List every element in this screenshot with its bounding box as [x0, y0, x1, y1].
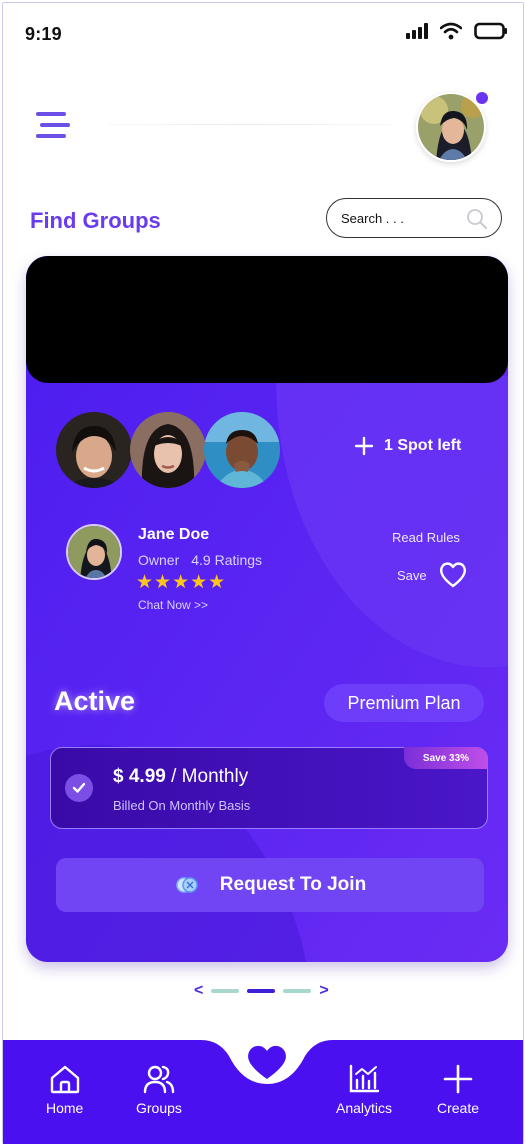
nav-home-label: Home [46, 1100, 84, 1116]
member-avatar [56, 412, 132, 488]
owner-meta: Owner 4.9 Ratings [138, 552, 262, 568]
request-to-join-button[interactable]: Request To Join [56, 858, 484, 912]
pager-dot-active[interactable] [247, 989, 276, 993]
request-to-join-label: Request To Join [219, 874, 367, 895]
save-percent-badge: Save 33% [404, 747, 488, 769]
nav-analytics-label: Analytics [336, 1100, 393, 1116]
plus-icon [443, 1064, 473, 1094]
signal-icon [406, 23, 428, 39]
nav-create-label: Create [437, 1100, 480, 1116]
nav-groups[interactable]: Groups [136, 1064, 182, 1116]
heart-outline-icon[interactable] [438, 561, 468, 589]
star-rating: ★★★★★ [136, 572, 227, 593]
spot-left-label: 1 Spot left [384, 437, 462, 454]
spot-left-button[interactable]: 1 Spot left [354, 436, 461, 456]
heart-icon[interactable] [246, 1043, 288, 1081]
nav-groups-label: Groups [136, 1100, 182, 1116]
pager-dot[interactable] [283, 989, 312, 993]
chat-now-link[interactable]: Chat Now >> [138, 598, 208, 612]
nav-create[interactable]: Create [437, 1064, 479, 1116]
analytics-icon [349, 1064, 380, 1093]
battery-icon [474, 22, 507, 40]
owner-ratings: 4.9 Ratings [191, 552, 263, 568]
notification-dot [474, 90, 490, 106]
pager-dot[interactable] [211, 989, 240, 993]
status-icons [406, 22, 508, 40]
home-icon [50, 1065, 79, 1094]
plan-price: $ 4.99 / Monthly [113, 766, 249, 787]
read-rules-link[interactable]: Read Rules [392, 530, 460, 545]
card-pager: < > [194, 982, 329, 1000]
coins-icon [176, 877, 198, 893]
search-box[interactable] [326, 198, 502, 238]
member-avatar [204, 412, 280, 488]
plus-icon [354, 436, 374, 456]
group-cover-image [26, 256, 508, 383]
premium-plan-badge: Premium Plan [324, 684, 484, 722]
member-avatar [130, 412, 206, 488]
page-title: Find Groups [30, 208, 161, 233]
check-icon [65, 774, 93, 802]
nav-home[interactable]: Home [46, 1064, 83, 1116]
groups-icon [143, 1065, 175, 1094]
header-divider [108, 124, 392, 125]
wifi-icon [440, 22, 462, 40]
owner-name: Jane Doe [138, 526, 210, 543]
owner-avatar[interactable] [66, 524, 122, 580]
pager-prev-icon[interactable]: < [194, 982, 203, 1000]
pager-next-icon[interactable]: > [319, 982, 328, 1000]
save-label[interactable]: Save [397, 568, 427, 583]
plan-billing-note: Billed On Monthly Basis [113, 798, 251, 813]
group-status: Active [54, 686, 136, 716]
group-card[interactable]: 1 Spot left Jane Doe Owner 4.9 Ratings ★… [26, 256, 508, 962]
hamburger-menu-icon[interactable] [36, 110, 72, 140]
status-time: 9:19 [25, 24, 62, 44]
owner-role: Owner [138, 552, 180, 568]
search-input[interactable] [341, 210, 451, 226]
nav-analytics[interactable]: Analytics [336, 1064, 392, 1116]
plan-option[interactable]: $ 4.99 / Monthly Billed On Monthly Basis… [50, 747, 488, 829]
search-icon[interactable] [465, 207, 489, 231]
